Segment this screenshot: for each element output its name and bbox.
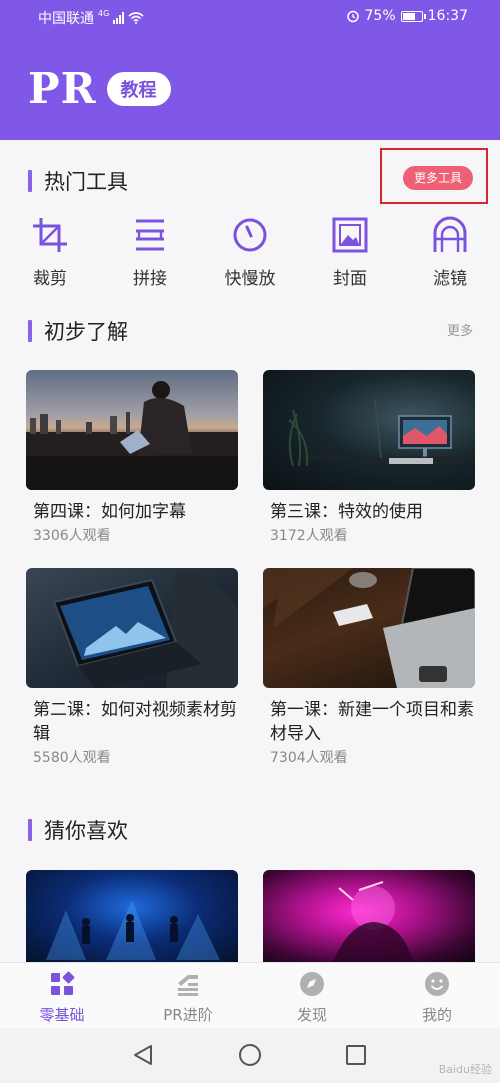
lesson-title: 第四课：如何加字幕 [33,502,186,522]
nav-zero-basics[interactable]: 零基础 [7,971,117,1025]
grid-icon [51,971,75,995]
tool-filter[interactable]: 滤镜 [420,215,480,289]
lesson-card[interactable]: 第四课：如何加字幕 3306人观看 [26,370,238,545]
tool-label: 快慢放 [224,269,276,289]
nav-discover[interactable]: 发现 [257,971,367,1025]
nav-label: 发现 [296,1006,327,1024]
lesson-views: 5580人观看 [33,750,111,766]
app-header: 中国联通 4G 75% 16:37 PR 教程 [0,0,500,140]
lesson-thumbnail [263,370,475,490]
tools-row: 裁剪 拼接 快慢放 封面 滤镜 [0,215,500,295]
clock: 16:37 [427,8,468,24]
party-thumbnail [263,870,475,962]
tool-crop[interactable]: 裁剪 [20,215,80,289]
brand: PR 教程 [28,64,171,113]
wifi-icon [128,12,144,24]
filter-icon [433,216,467,252]
tool-label: 裁剪 [33,269,67,289]
advance-icon [178,975,198,996]
recommend-title: 猜你喜欢 [44,819,128,843]
nav-label: 我的 [421,1006,452,1024]
lesson-card[interactable]: 第一课：新建一个项目和素材导入 7304人观看 [263,568,475,767]
hot-tools-heading: 热门工具 [28,166,128,196]
tool-label: 拼接 [133,269,167,289]
desk-monitor-image [288,399,475,467]
watermark: Baidu经验 [438,1063,492,1076]
battery-level [402,12,416,20]
lesson-title: 第三课：特效的使用 [270,502,423,522]
alarm-icon [346,10,359,23]
intro-more-link[interactable]: 更多 [447,320,473,339]
tutorial-badge: 教程 [106,71,171,106]
battery-percent: 75% [364,8,396,24]
recents-icon[interactable] [344,1043,368,1067]
party-lights-image [333,881,413,962]
nav-label: 零基础 [39,1006,85,1024]
carrier-label: 中国联通 [38,11,94,27]
nav-label: PR进阶 [163,1006,213,1024]
lesson-card[interactable]: 第三课：特效的使用 3172人观看 [263,370,475,545]
recommend-card[interactable] [263,870,475,962]
lesson-title: 第二课：如何对视频素材剪辑 [33,700,237,744]
tool-speed[interactable]: 快慢放 [220,215,280,289]
tool-splice[interactable]: 拼接 [120,215,180,289]
lesson-card[interactable]: 第二课：如何对视频素材剪辑 5580人观看 [26,568,238,767]
system-nav-bar: Baidu经验 [0,1028,500,1083]
back-icon[interactable] [131,1043,155,1067]
crop-icon [33,218,67,252]
city-laptop-image [26,381,238,490]
hot-tools-title: 热门工具 [44,170,128,194]
lesson-views: 3306人观看 [33,528,111,544]
cover-image-icon [332,217,368,253]
concert-thumbnail [26,870,238,962]
battery-icon [400,10,426,22]
nav-pr-advanced[interactable]: PR进阶 [133,971,243,1025]
lesson-thumbnail [263,568,475,688]
network-type: 4G [98,8,110,18]
more-tools-button[interactable]: 更多工具 [403,166,473,190]
smiley-icon [425,972,449,996]
section-accent-bar [28,819,32,841]
tool-label: 滤镜 [433,269,467,289]
home-icon[interactable] [238,1043,262,1067]
lesson-title: 第一课：新建一个项目和素材导入 [270,700,474,744]
recommend-heading: 猜你喜欢 [28,815,128,845]
intro-title: 初步了解 [44,320,128,344]
tool-label: 封面 [333,269,367,289]
lesson-thumbnail [26,568,238,688]
tool-cover[interactable]: 封面 [320,215,380,289]
bottom-nav: 零基础 PR进阶 发现 我的 [0,962,500,1028]
laptop-sofa-image [52,568,238,688]
intro-heading: 初步了解 [28,316,128,346]
compass-icon [300,972,324,996]
app-logo: PR [28,64,97,113]
splice-icon [136,219,164,251]
section-accent-bar [28,320,32,342]
status-bar: 中国联通 4G 75% 16:37 [0,0,500,34]
speed-icon [233,218,267,252]
lesson-views: 7304人观看 [270,750,348,766]
section-accent-bar [28,170,32,192]
recommend-card[interactable] [26,870,238,962]
signal-icon [113,12,125,24]
lesson-thumbnail [26,370,238,490]
laptop-phone-image [263,568,475,688]
nav-mine[interactable]: 我的 [382,971,492,1025]
lesson-views: 3172人观看 [270,528,348,544]
concert-stage-image [46,900,220,960]
